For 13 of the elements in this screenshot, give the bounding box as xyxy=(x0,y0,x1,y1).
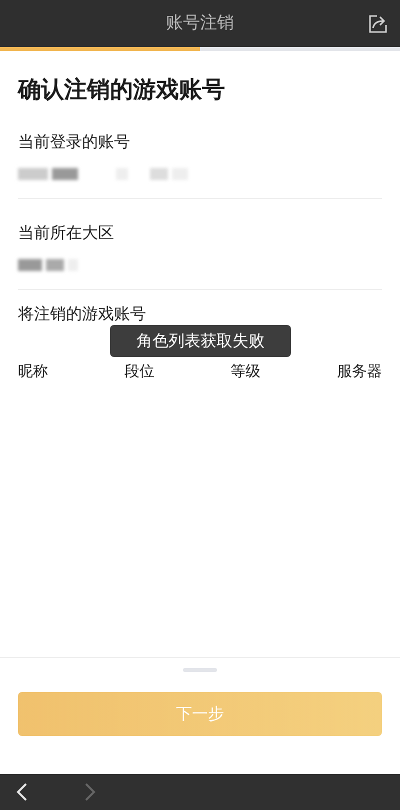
heading: 确认注销的游戏账号 xyxy=(18,76,226,105)
field-label: 当前所在大区 xyxy=(18,222,114,244)
field-label: 当前登录的账号 xyxy=(18,130,130,152)
column-header: 昵称 xyxy=(18,360,48,382)
column-header: 段位 xyxy=(124,360,154,382)
toast-message: 角色列表获取失败 xyxy=(110,325,291,357)
share-icon[interactable] xyxy=(368,14,388,34)
section-label: 将注销的游戏账号 xyxy=(18,302,147,324)
blurred-text xyxy=(18,258,78,272)
back-icon[interactable] xyxy=(16,782,28,802)
column-header: 服务器 xyxy=(336,360,382,382)
page-title: 账号注销 xyxy=(166,12,234,35)
column-header: 等级 xyxy=(230,360,261,382)
